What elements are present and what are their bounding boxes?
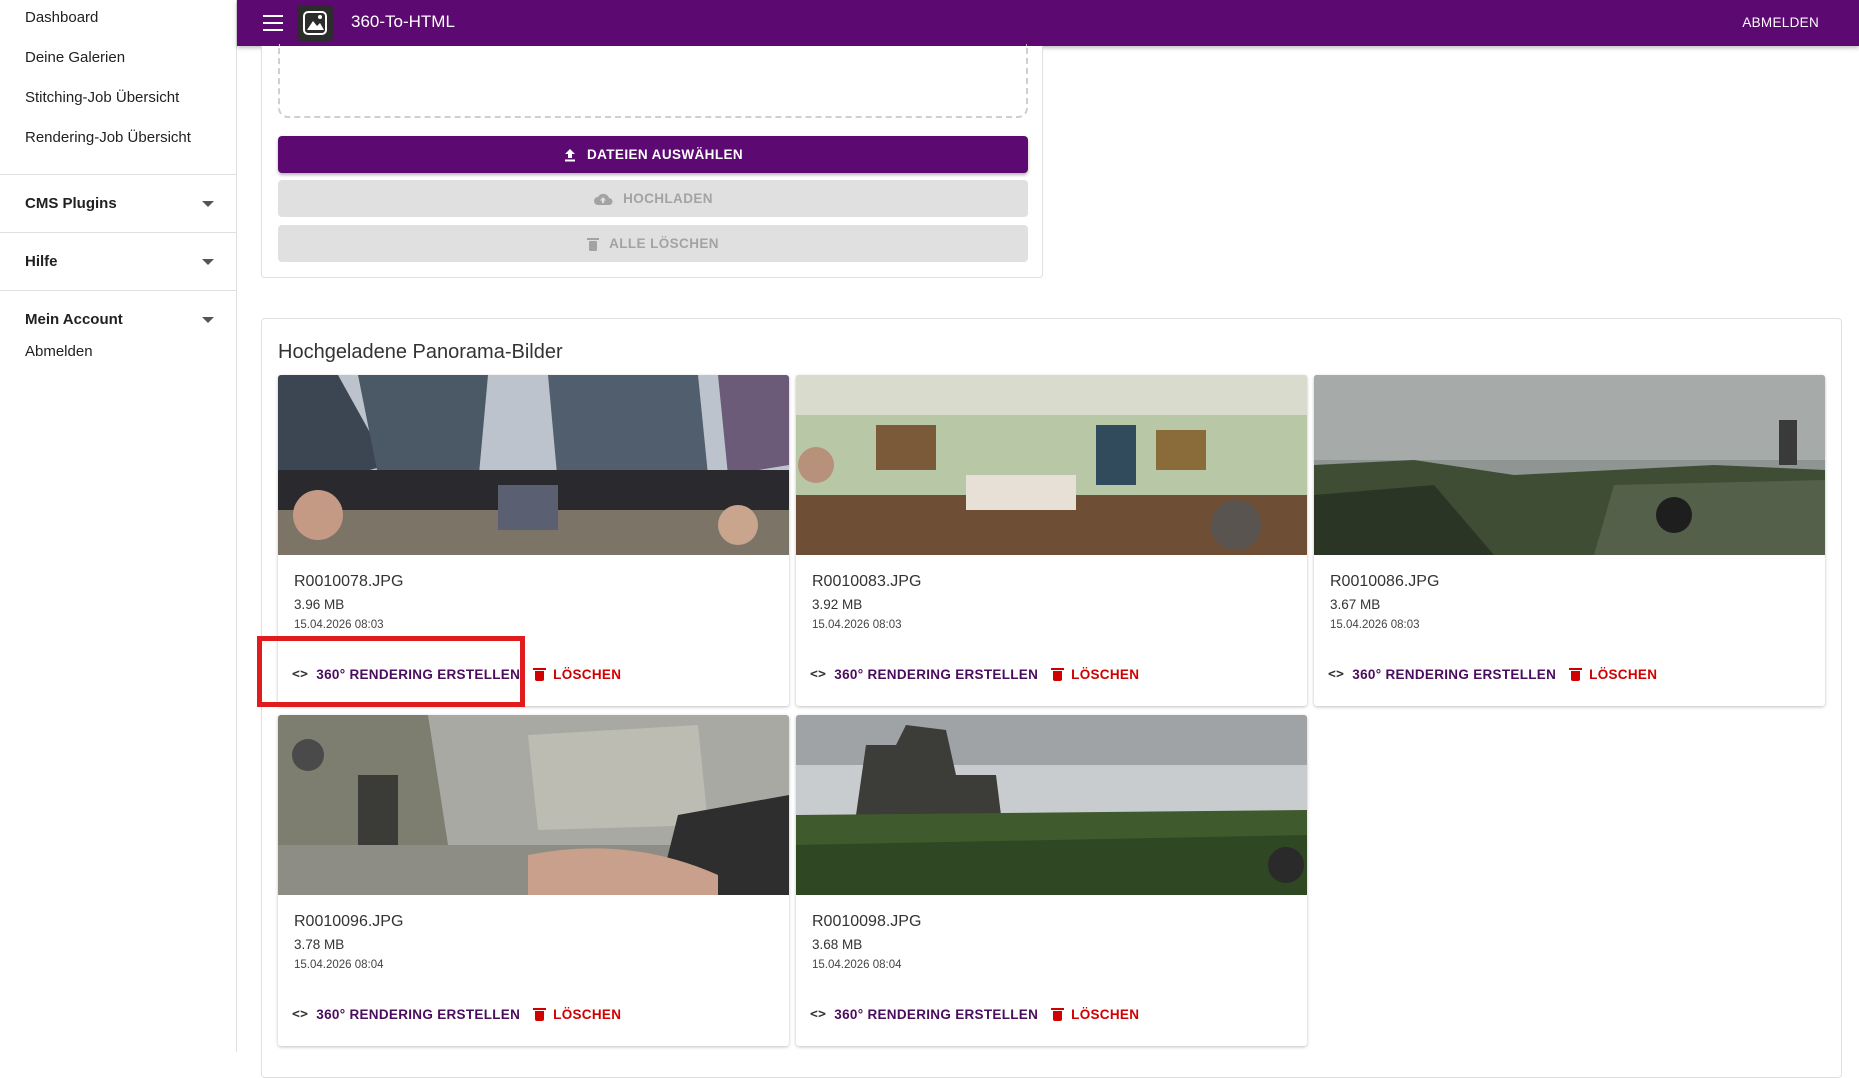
sidebar-group-help[interactable]: Hilfe xyxy=(0,232,236,290)
card-actions: <> 360° RENDERING ERSTELLEN LÖSCHEN xyxy=(810,1007,1139,1022)
panorama-thumbnail[interactable] xyxy=(796,715,1307,895)
trash-icon xyxy=(1051,1008,1065,1021)
chevron-down-icon xyxy=(202,316,214,323)
panorama-thumbnail[interactable] xyxy=(796,375,1307,555)
panorama-thumbnail[interactable] xyxy=(278,375,789,555)
delete-label: LÖSCHEN xyxy=(553,1007,622,1022)
create-rendering-label: 360° RENDERING ERSTELLEN xyxy=(834,667,1039,682)
create-rendering-button[interactable]: <> 360° RENDERING ERSTELLEN xyxy=(1328,667,1556,682)
select-files-button[interactable]: DATEIEN AUSWÄHLEN xyxy=(278,136,1028,173)
sidebar-item-rendering-jobs[interactable]: Rendering-Job Übersicht xyxy=(0,118,236,158)
sidebar-item-dashboard[interactable]: Dashboard xyxy=(0,0,236,38)
image-card: R0010083.JPG 3.92 MB 15.04.2026 08:03 <>… xyxy=(796,375,1307,706)
create-rendering-button[interactable]: <> 360° RENDERING ERSTELLEN xyxy=(810,667,1038,682)
app-title: 360-To-HTML xyxy=(351,12,455,31)
delete-label: LÖSCHEN xyxy=(1071,1007,1140,1022)
create-rendering-label: 360° RENDERING ERSTELLEN xyxy=(316,1007,521,1022)
file-size: 3.68 MB xyxy=(812,937,863,952)
file-name: R0010083.JPG xyxy=(812,573,922,590)
image-card: R0010098.JPG 3.68 MB 15.04.2026 08:04 <>… xyxy=(796,715,1307,1046)
file-date: 15.04.2026 08:03 xyxy=(1330,619,1420,631)
code-icon: <> xyxy=(292,667,309,682)
file-dropzone[interactable] xyxy=(278,44,1028,118)
file-date: 15.04.2026 08:03 xyxy=(812,619,902,631)
sidebar-group-cms-plugins[interactable]: CMS Plugins xyxy=(0,174,236,232)
card-actions: <> 360° RENDERING ERSTELLEN LÖSCHEN xyxy=(292,667,621,682)
app-bar: 360-To-HTML ABMELDEN xyxy=(237,0,1859,46)
card-actions: <> 360° RENDERING ERSTELLEN LÖSCHEN xyxy=(292,1007,621,1022)
logout-button[interactable]: ABMELDEN xyxy=(1742,15,1819,30)
file-size: 3.78 MB xyxy=(294,937,345,952)
file-name: R0010096.JPG xyxy=(294,913,404,930)
sidebar-item-logout[interactable]: Abmelden xyxy=(0,332,236,372)
code-icon: <> xyxy=(810,667,827,682)
code-icon: <> xyxy=(1328,667,1345,682)
trash-icon xyxy=(533,1008,547,1021)
cloud-upload-icon xyxy=(594,193,613,205)
panorama-thumbnail[interactable] xyxy=(1314,375,1825,555)
trash-icon xyxy=(533,668,547,681)
file-date: 15.04.2026 08:03 xyxy=(294,619,384,631)
create-rendering-label: 360° RENDERING ERSTELLEN xyxy=(1352,667,1557,682)
chevron-down-icon xyxy=(202,258,214,265)
menu-icon[interactable] xyxy=(263,15,283,31)
delete-label: LÖSCHEN xyxy=(1071,667,1140,682)
file-date: 15.04.2026 08:04 xyxy=(812,959,902,971)
card-actions: <> 360° RENDERING ERSTELLEN LÖSCHEN xyxy=(810,667,1139,682)
file-name: R0010078.JPG xyxy=(294,573,404,590)
create-rendering-button[interactable]: <> 360° RENDERING ERSTELLEN xyxy=(810,1007,1038,1022)
upload-label: HOCHLADEN xyxy=(623,191,713,206)
code-icon: <> xyxy=(810,1007,827,1022)
create-rendering-label: 360° RENDERING ERSTELLEN xyxy=(834,1007,1039,1022)
select-files-label: DATEIEN AUSWÄHLEN xyxy=(586,147,744,162)
file-name: R0010098.JPG xyxy=(812,913,922,930)
clear-all-label: ALLE LÖSCHEN xyxy=(609,236,719,251)
upload-card: DATEIEN AUSWÄHLEN HOCHLADEN ALLE LÖSCHEN xyxy=(261,44,1043,278)
trash-icon xyxy=(587,237,600,251)
file-size: 3.67 MB xyxy=(1330,597,1381,612)
create-rendering-button[interactable]: <> 360° RENDERING ERSTELLEN xyxy=(292,1007,520,1022)
image-card: R0010096.JPG 3.78 MB 15.04.2026 08:04 <>… xyxy=(278,715,789,1046)
chevron-down-icon xyxy=(202,200,214,207)
sidebar-group-label: Mein Account xyxy=(25,311,123,328)
trash-icon xyxy=(1569,668,1583,681)
delete-button[interactable]: LÖSCHEN xyxy=(1051,667,1140,682)
sidebar-group-label: Hilfe xyxy=(25,253,58,270)
card-actions: <> 360° RENDERING ERSTELLEN LÖSCHEN xyxy=(1328,667,1657,682)
image-card: R0010086.JPG 3.67 MB 15.04.2026 08:03 <>… xyxy=(1314,375,1825,706)
code-icon: <> xyxy=(292,1007,309,1022)
sidebar: Dashboard Deine Galerien Stitching-Job Ü… xyxy=(0,0,237,1052)
delete-button[interactable]: LÖSCHEN xyxy=(1569,667,1658,682)
sidebar-item-stitching-jobs[interactable]: Stitching-Job Übersicht xyxy=(0,78,236,118)
clear-all-button[interactable]: ALLE LÖSCHEN xyxy=(278,225,1028,262)
upload-icon xyxy=(564,148,575,161)
create-rendering-label: 360° RENDERING ERSTELLEN xyxy=(316,667,521,682)
gallery-card: Hochgeladene Panorama-Bilder R0010078.JP… xyxy=(261,318,1842,1078)
panorama-thumbnail[interactable] xyxy=(278,715,789,895)
trash-icon xyxy=(1051,668,1065,681)
file-name: R0010086.JPG xyxy=(1330,573,1440,590)
sidebar-item-galleries[interactable]: Deine Galerien xyxy=(0,38,236,78)
logo-icon xyxy=(297,5,333,41)
delete-label: LÖSCHEN xyxy=(553,667,622,682)
image-card: R0010078.JPG 3.96 MB 15.04.2026 08:03 <>… xyxy=(278,375,789,706)
file-date: 15.04.2026 08:04 xyxy=(294,959,384,971)
upload-button[interactable]: HOCHLADEN xyxy=(278,180,1028,217)
delete-button[interactable]: LÖSCHEN xyxy=(533,667,622,682)
file-size: 3.96 MB xyxy=(294,597,345,612)
create-rendering-button[interactable]: <> 360° RENDERING ERSTELLEN xyxy=(292,667,520,682)
gallery-title: Hochgeladene Panorama-Bilder xyxy=(278,341,563,363)
delete-button[interactable]: LÖSCHEN xyxy=(1051,1007,1140,1022)
delete-label: LÖSCHEN xyxy=(1589,667,1658,682)
file-size: 3.92 MB xyxy=(812,597,863,612)
sidebar-group-label: CMS Plugins xyxy=(25,195,117,212)
delete-button[interactable]: LÖSCHEN xyxy=(533,1007,622,1022)
